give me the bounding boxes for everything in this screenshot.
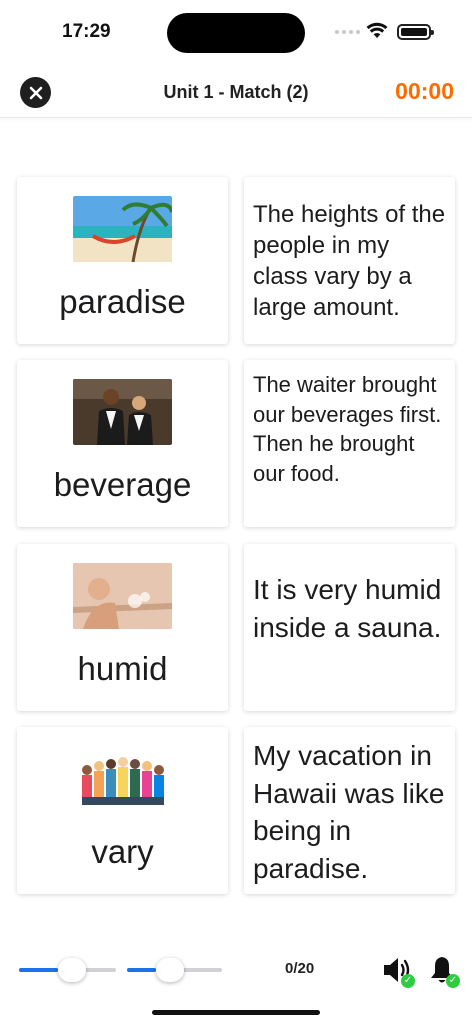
check-icon: ✓ bbox=[446, 974, 460, 988]
sentence-card[interactable]: The heights of the people in my class va… bbox=[244, 177, 455, 344]
timer: 00:00 bbox=[395, 78, 454, 104]
dynamic-island bbox=[167, 13, 305, 53]
sauna-woman-image bbox=[73, 563, 172, 629]
slider-thumb[interactable] bbox=[156, 958, 184, 982]
battery-icon bbox=[397, 24, 434, 40]
progress-counter: 0/20 bbox=[285, 960, 315, 977]
speed-slider[interactable] bbox=[19, 958, 116, 982]
status-time: 17:29 bbox=[62, 21, 111, 42]
word-card[interactable]: humid bbox=[17, 544, 228, 711]
slider-fill bbox=[127, 968, 156, 972]
beach-hammock-image bbox=[73, 196, 172, 262]
group-of-students-image bbox=[73, 746, 172, 812]
status-bar: 17:29 bbox=[0, 0, 472, 62]
volume-slider[interactable] bbox=[127, 958, 222, 982]
match-row: humid It is very humid inside a sauna. bbox=[17, 544, 455, 711]
word-label: vary bbox=[91, 833, 154, 870]
match-row: vary My vacation in Hawaii was like bein… bbox=[17, 727, 455, 894]
notification-button[interactable]: ✓ bbox=[426, 954, 460, 988]
match-row: beverage The waiter brought our beverage… bbox=[17, 360, 455, 527]
slider-fill bbox=[19, 968, 58, 972]
word-card[interactable]: paradise bbox=[17, 177, 228, 344]
sentence-card[interactable]: My vacation in Hawaii was like being in … bbox=[244, 727, 455, 894]
word-label: humid bbox=[77, 650, 168, 687]
sentence-text: The heights of the people in my class va… bbox=[253, 201, 446, 321]
match-row: paradise The heights of the people in my… bbox=[17, 177, 455, 344]
word-label: paradise bbox=[59, 283, 186, 320]
check-icon: ✓ bbox=[401, 974, 415, 988]
sentence-text: It is very humid inside a sauna. bbox=[253, 574, 442, 643]
slider-thumb[interactable] bbox=[58, 958, 86, 982]
bottom-controls: 0/20 ✓ ✓ bbox=[0, 950, 472, 990]
home-indicator bbox=[152, 1010, 320, 1015]
sentence-text: The waiter brought our beverages first. … bbox=[253, 372, 442, 486]
cellular-signal-icon bbox=[335, 30, 360, 34]
word-card[interactable]: beverage bbox=[17, 360, 228, 527]
sentence-card[interactable]: It is very humid inside a sauna. bbox=[244, 544, 455, 711]
sound-toggle-button[interactable]: ✓ bbox=[381, 954, 415, 988]
sentence-text: My vacation in Hawaii was like being in … bbox=[253, 740, 445, 884]
wifi-icon bbox=[366, 22, 388, 38]
sentence-card[interactable]: The waiter brought our beverages first. … bbox=[244, 360, 455, 527]
word-card[interactable]: vary bbox=[17, 727, 228, 894]
word-label: beverage bbox=[53, 466, 192, 503]
header-bar: Unit 1 - Match (2) 00:00 bbox=[0, 66, 472, 118]
waiter-waitress-image bbox=[73, 379, 172, 445]
